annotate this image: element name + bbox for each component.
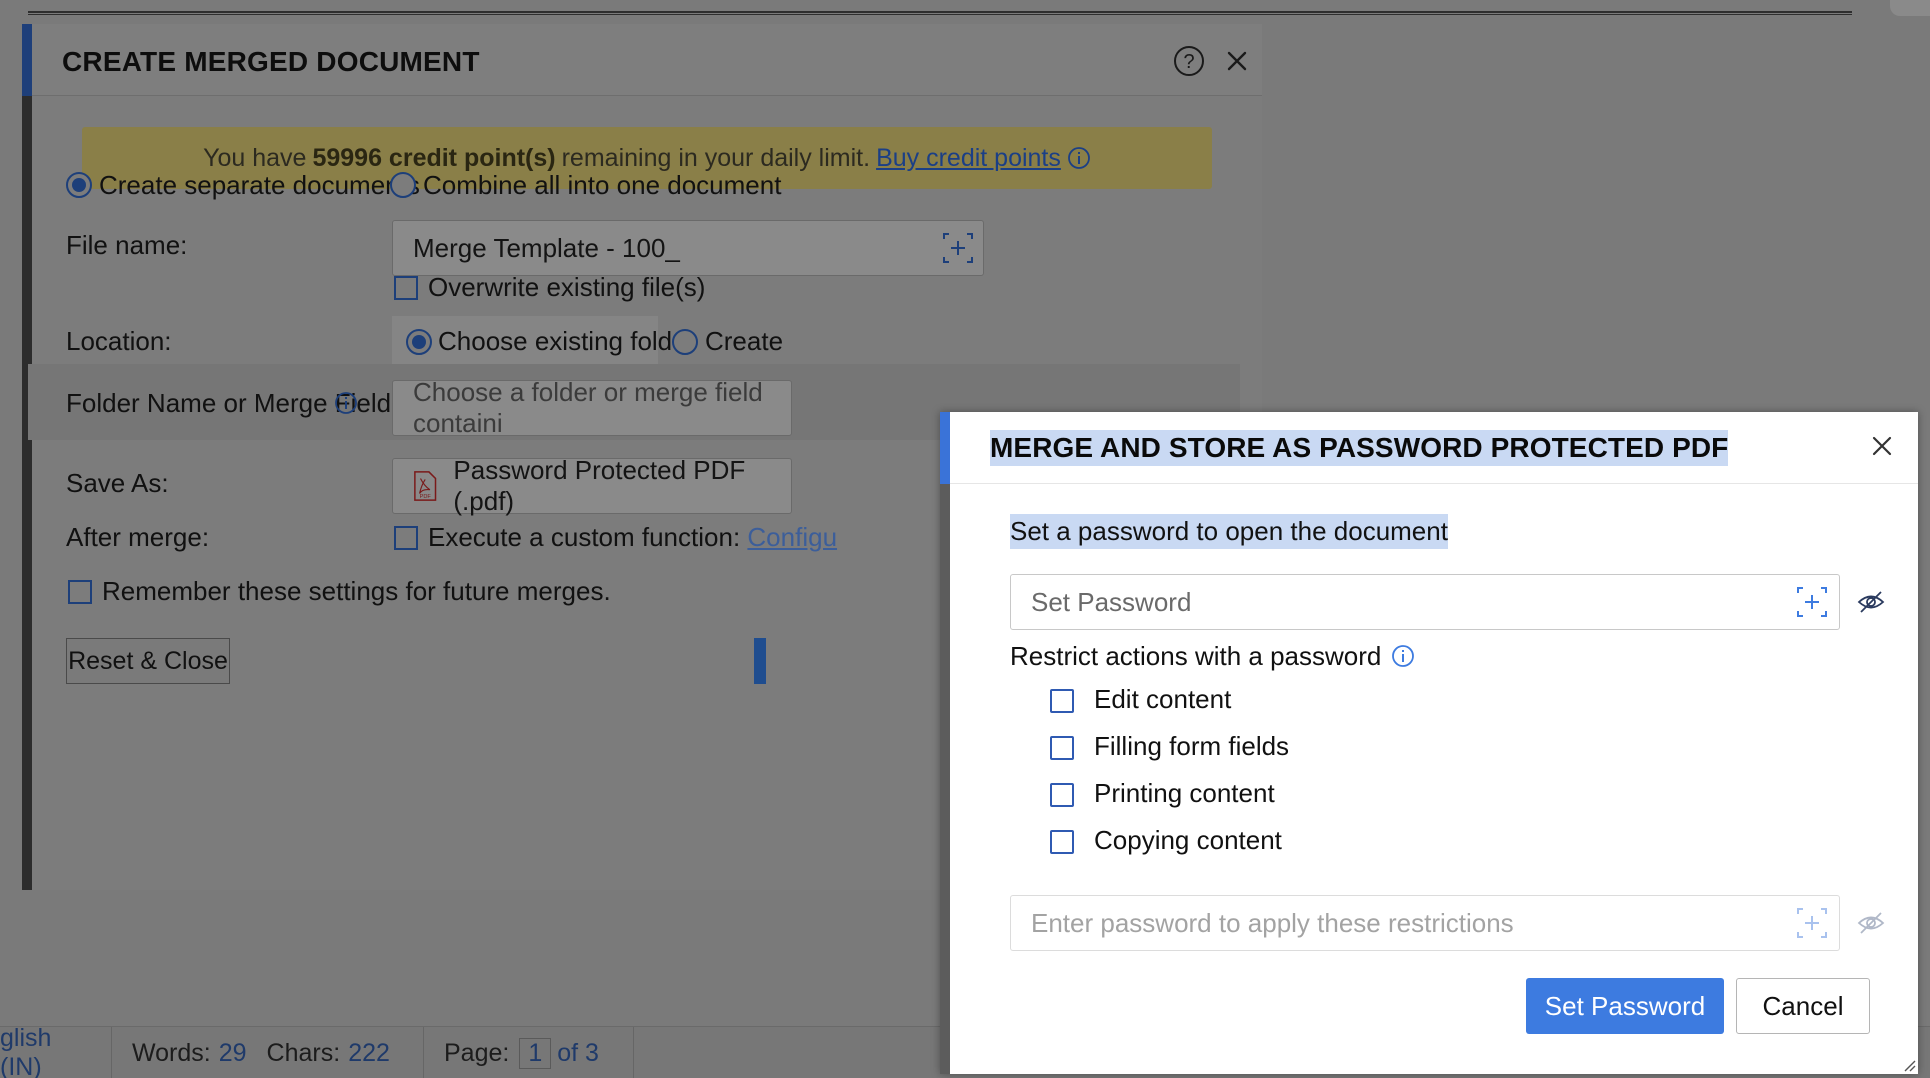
- dialog-header-accent: [22, 24, 32, 96]
- open-password-input[interactable]: Set Password: [1010, 574, 1840, 630]
- create-separate-label: Create separate documents: [99, 170, 420, 200]
- page-current-input[interactable]: 1: [519, 1037, 552, 1069]
- pdf-file-icon: PDF: [414, 471, 437, 501]
- restrict-actions-text: Restrict actions with a password: [1010, 641, 1382, 671]
- save-as-label: Save As:: [66, 468, 169, 498]
- save-as-value: Password Protected PDF (.pdf): [453, 455, 746, 516]
- info-icon[interactable]: [334, 391, 358, 415]
- radio-existing-folder[interactable]: [406, 329, 432, 355]
- dialog-header: MERGE AND STORE AS PASSWORD PROTECTED PD…: [950, 412, 1918, 484]
- combine-all-label: Combine all into one document: [423, 170, 782, 200]
- execute-function-label: Execute a custom function: Configu: [428, 522, 837, 553]
- printing-content-label: Printing content: [1094, 778, 1275, 808]
- language-indicator[interactable]: glish (IN): [0, 1024, 112, 1078]
- dialog-left-edge: [940, 484, 950, 1074]
- file-name-label: File name:: [66, 230, 188, 260]
- password-protect-dialog: MERGE AND STORE AS PASSWORD PROTECTED PD…: [940, 412, 1918, 1074]
- insert-merge-field-icon[interactable]: [1795, 585, 1829, 619]
- eye-slash-icon[interactable]: [1856, 587, 1886, 617]
- word-count: Words: 29 Chars: 222: [112, 1027, 424, 1078]
- filling-form-fields-checkbox[interactable]: [1050, 736, 1074, 760]
- open-password-placeholder: Set Password: [1031, 586, 1192, 617]
- restrict-actions-label: Restrict actions with a password: [1010, 641, 1415, 672]
- filling-form-fields-label: Filling form fields: [1094, 731, 1290, 761]
- radio-combine-all[interactable]: [390, 172, 416, 198]
- remember-settings-label: Remember these settings for future merge…: [102, 576, 611, 606]
- overwrite-checkbox[interactable]: [394, 276, 418, 300]
- copying-content-checkbox[interactable]: [1050, 830, 1074, 854]
- location-label: Location:: [66, 326, 172, 356]
- remember-settings-checkbox[interactable]: [68, 580, 92, 604]
- set-password-button[interactable]: Set Password: [1526, 978, 1724, 1034]
- dialog-title: CREATE MERGED DOCUMENT: [62, 46, 480, 77]
- radio-create-separate[interactable]: [66, 172, 92, 198]
- help-circle-icon[interactable]: ?: [1172, 44, 1206, 78]
- file-name-input[interactable]: Merge Template - 100_: [392, 220, 984, 276]
- chars-label: Chars:: [266, 1038, 341, 1067]
- after-merge-label: After merge:: [66, 522, 210, 552]
- edit-content-label: Edit content: [1094, 684, 1232, 714]
- credit-prefix: You have: [203, 143, 307, 172]
- chars-value: 222: [348, 1038, 390, 1067]
- language-label: glish (IN): [0, 1024, 52, 1078]
- save-as-select[interactable]: PDF Password Protected PDF (.pdf): [392, 455, 792, 516]
- printing-content-checkbox[interactable]: [1050, 783, 1074, 807]
- execute-function-text: Execute a custom function:: [428, 522, 741, 552]
- close-icon[interactable]: [1220, 44, 1254, 78]
- configure-link[interactable]: Configu: [747, 522, 837, 552]
- svg-text:?: ?: [1183, 51, 1194, 73]
- dialog-header: CREATE MERGED DOCUMENT ?: [32, 24, 1262, 96]
- overwrite-label: Overwrite existing file(s): [428, 272, 706, 302]
- credit-suffix: remaining in your daily limit.: [561, 143, 871, 172]
- svg-text:PDF: PDF: [420, 494, 432, 500]
- page-total: of 3: [557, 1038, 599, 1067]
- words-value: 29: [218, 1038, 247, 1067]
- dialog-title: MERGE AND STORE AS PASSWORD PROTECTED PD…: [990, 430, 1729, 466]
- dialog-left-accent: [22, 24, 32, 890]
- dialog-header-accent: [940, 412, 950, 484]
- info-icon[interactable]: [1391, 644, 1415, 668]
- buy-credit-points-link[interactable]: Buy credit points: [876, 144, 1061, 173]
- reset-close-button[interactable]: Reset & Close: [66, 638, 230, 684]
- insert-merge-field-icon[interactable]: [941, 231, 975, 265]
- edit-content-checkbox[interactable]: [1050, 689, 1074, 713]
- merge-primary-button[interactable]: [754, 638, 766, 684]
- folder-input[interactable]: Choose a folder or merge field containi: [392, 377, 792, 438]
- restrict-password-input[interactable]: Enter password to apply these restrictio…: [1010, 895, 1840, 951]
- execute-function-checkbox[interactable]: [394, 526, 418, 550]
- open-password-label: Set a password to open the document: [1010, 514, 1448, 549]
- resize-grip-icon[interactable]: [1900, 1056, 1916, 1072]
- page-indicator: Page: 1 of 3: [424, 1027, 634, 1078]
- words-label: Words:: [132, 1038, 211, 1067]
- cancel-button[interactable]: Cancel: [1736, 978, 1870, 1034]
- eye-slash-icon[interactable]: [1856, 908, 1886, 938]
- close-icon[interactable]: [1866, 430, 1898, 462]
- folder-placeholder: Choose a folder or merge field containi: [413, 377, 763, 438]
- toolbar-divider: [28, 11, 1852, 15]
- window-corner-tab: [1890, 0, 1930, 16]
- create-folder-label: Create: [705, 326, 784, 356]
- existing-folder-label: Choose existing folder: [438, 326, 696, 356]
- info-icon[interactable]: [1067, 146, 1091, 170]
- insert-merge-field-icon[interactable]: [1795, 906, 1829, 940]
- file-name-value: Merge Template - 100_: [413, 232, 680, 263]
- credit-points: 59996 credit point(s): [312, 143, 556, 172]
- restrict-password-placeholder: Enter password to apply these restrictio…: [1031, 907, 1514, 938]
- page-label: Page:: [444, 1038, 510, 1067]
- radio-create-folder[interactable]: [672, 329, 698, 355]
- copying-content-label: Copying content: [1094, 825, 1282, 855]
